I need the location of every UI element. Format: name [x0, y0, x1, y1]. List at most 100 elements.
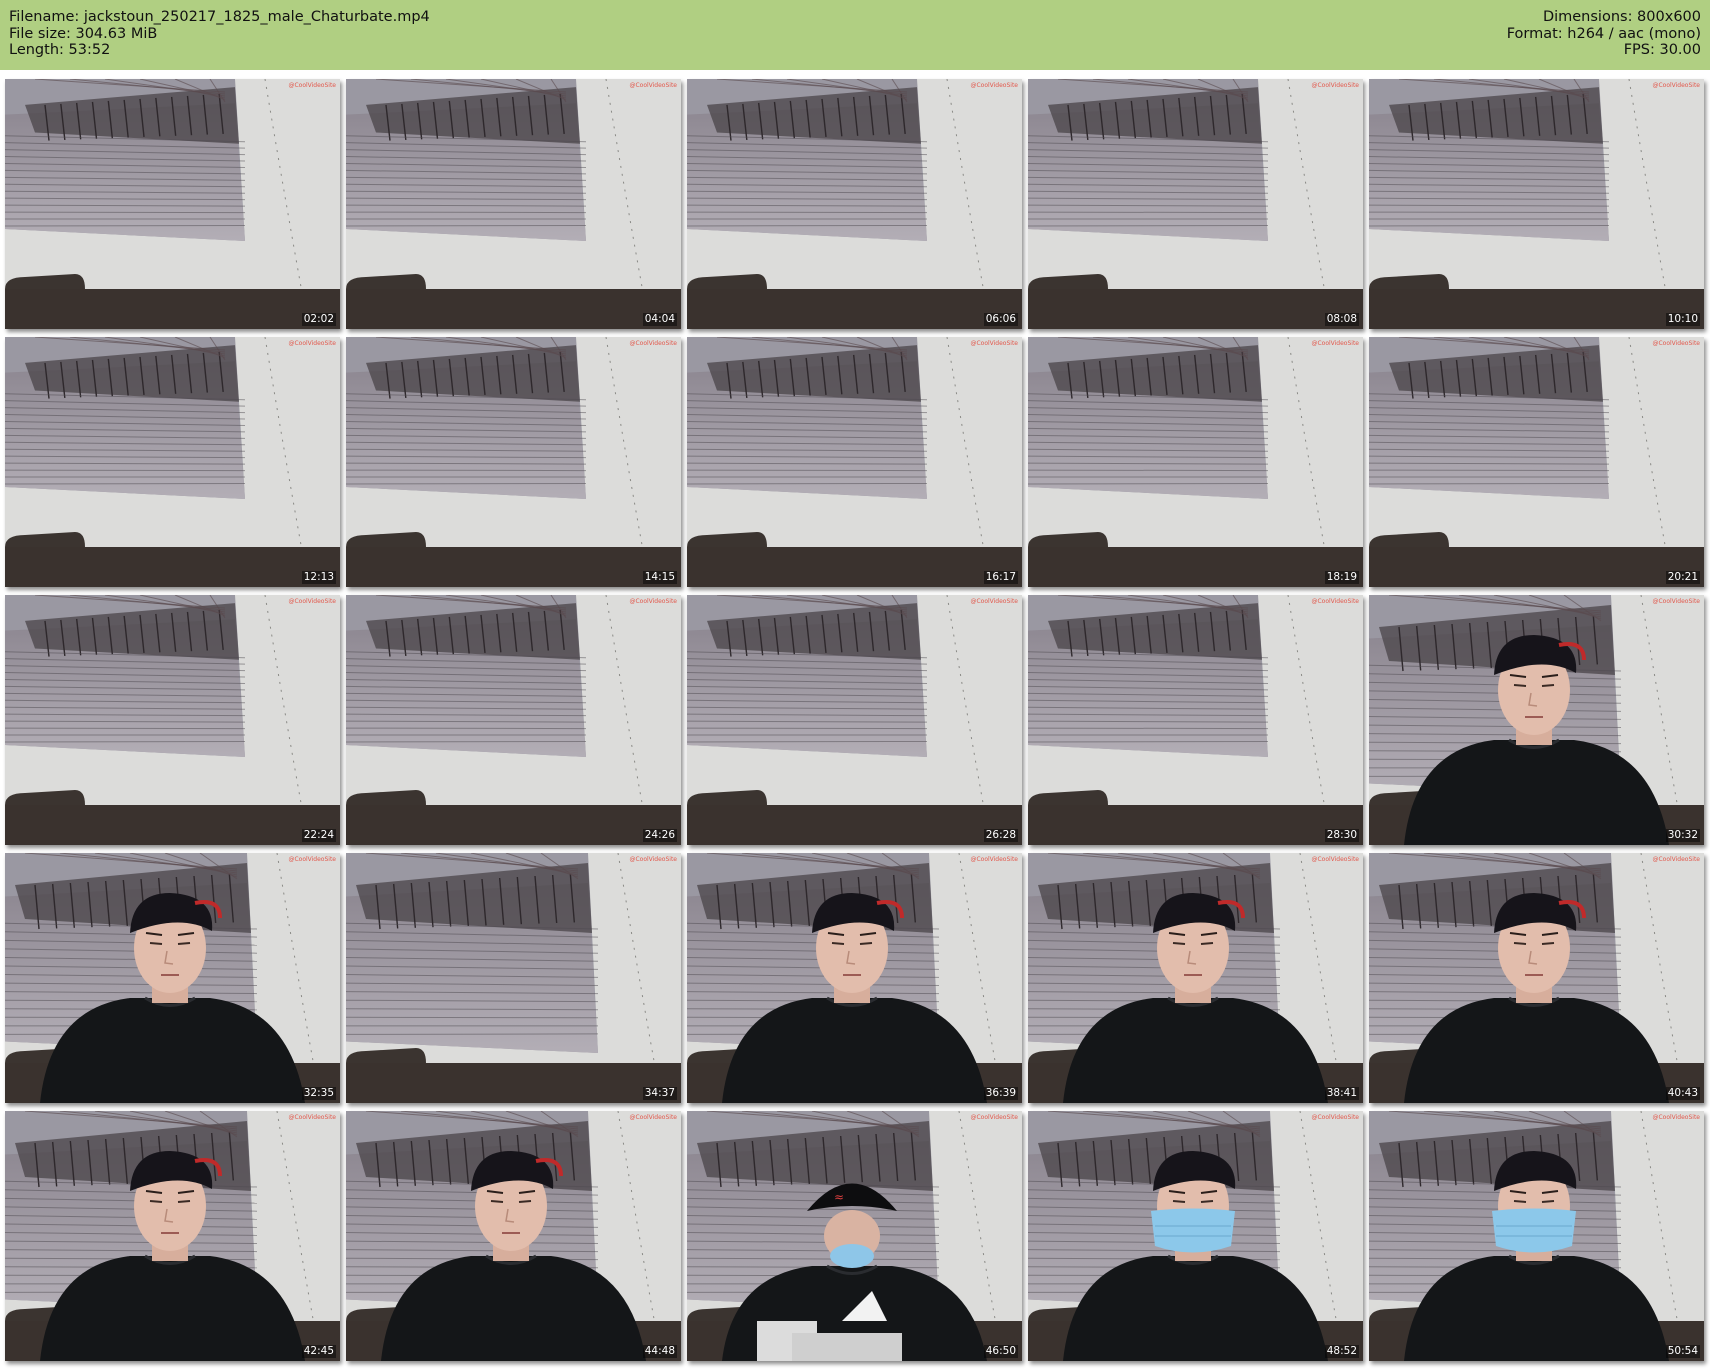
timestamp-label: 18:19: [1324, 571, 1359, 584]
watermark-text: @CoolVideoSite: [1311, 1114, 1359, 1121]
video-thumbnail[interactable]: @CoolVideoSite 36:39: [687, 853, 1022, 1103]
timestamp-label: 22:24: [301, 829, 336, 842]
watermark-text: @CoolVideoSite: [288, 856, 336, 863]
watermark-text: @CoolVideoSite: [970, 856, 1018, 863]
thumbnail-frame: [1028, 595, 1363, 845]
thumbnail-frame: [687, 853, 1022, 1103]
dimensions-line: Dimensions: 800x600: [1542, 9, 1701, 25]
thumbnail-frame: [346, 853, 681, 1103]
video-thumbnail[interactable]: @CoolVideoSite 14:15: [346, 337, 681, 587]
watermark-text: @CoolVideoSite: [1652, 340, 1700, 347]
timestamp-label: 06:06: [983, 313, 1018, 326]
video-thumbnail[interactable]: @CoolVideoSite 32:35: [5, 853, 340, 1103]
timestamp-label: 16:17: [983, 571, 1018, 584]
timestamp-label: 42:45: [301, 1345, 336, 1358]
thumbnail-frame: [1028, 853, 1363, 1103]
timestamp-label: 36:39: [983, 1087, 1018, 1100]
video-thumbnail[interactable]: @CoolVideoSite 08:08: [1028, 79, 1363, 329]
watermark-text: @CoolVideoSite: [970, 82, 1018, 89]
video-thumbnail[interactable]: ≈ @CoolVideoSite 46:50: [687, 1111, 1022, 1361]
video-thumbnail[interactable]: @CoolVideoSite 42:45: [5, 1111, 340, 1361]
video-thumbnail[interactable]: @CoolVideoSite 22:24: [5, 595, 340, 845]
format-line: Format: h264 / aac (mono): [1506, 25, 1701, 42]
video-thumbnail[interactable]: @CoolVideoSite 12:13: [5, 337, 340, 587]
video-thumbnail[interactable]: @CoolVideoSite 40:43: [1369, 853, 1704, 1103]
filesize-line: File size: 304.63 MiB: [9, 25, 158, 42]
watermark-text: @CoolVideoSite: [970, 598, 1018, 605]
length-line: Length: 53:52: [9, 42, 111, 58]
watermark-text: @CoolVideoSite: [1652, 856, 1700, 863]
timestamp-label: 20:21: [1665, 571, 1700, 584]
watermark-text: @CoolVideoSite: [1652, 82, 1700, 89]
thumbnail-frame: [346, 79, 681, 329]
thumbnail-frame: ≈: [687, 1111, 1022, 1361]
thumbnail-frame: [5, 1111, 340, 1361]
timestamp-label: 28:30: [1324, 829, 1359, 842]
video-thumbnail[interactable]: @CoolVideoSite 04:04: [346, 79, 681, 329]
thumbnail-frame: [1369, 853, 1704, 1103]
video-thumbnail[interactable]: @CoolVideoSite 26:28: [687, 595, 1022, 845]
watermark-text: @CoolVideoSite: [629, 340, 677, 347]
video-thumbnail[interactable]: @CoolVideoSite 44:48: [346, 1111, 681, 1361]
watermark-text: @CoolVideoSite: [970, 340, 1018, 347]
video-thumbnail[interactable]: @CoolVideoSite 20:21: [1369, 337, 1704, 587]
thumbnail-grid: @CoolVideoSite 02:02 @CoolVideoSite 04:04 …: [0, 79, 1710, 1364]
watermark-text: @CoolVideoSite: [1311, 82, 1359, 89]
video-thumbnail[interactable]: @CoolVideoSite 10:10: [1369, 79, 1704, 329]
timestamp-label: 46:50: [983, 1345, 1018, 1358]
timestamp-label: 34:37: [642, 1087, 677, 1100]
video-thumbnail[interactable]: @CoolVideoSite 34:37: [346, 853, 681, 1103]
watermark-text: @CoolVideoSite: [629, 1114, 677, 1121]
video-thumbnail[interactable]: @CoolVideoSite 30:32: [1369, 595, 1704, 845]
timestamp-label: 50:54: [1665, 1345, 1700, 1358]
watermark-text: @CoolVideoSite: [1652, 1114, 1700, 1121]
video-thumbnail[interactable]: @CoolVideoSite 50:54: [1369, 1111, 1704, 1361]
thumbnail-frame: [5, 853, 340, 1103]
watermark-text: @CoolVideoSite: [1311, 340, 1359, 347]
timestamp-label: 24:26: [642, 829, 677, 842]
watermark-text: @CoolVideoSite: [629, 598, 677, 605]
thumbnail-frame: [346, 595, 681, 845]
watermark-text: @CoolVideoSite: [288, 340, 336, 347]
timestamp-label: 40:43: [1665, 1087, 1700, 1100]
timestamp-label: 26:28: [983, 829, 1018, 842]
video-thumbnail[interactable]: @CoolVideoSite 48:52: [1028, 1111, 1363, 1361]
filename-line: Filename: jackstoun_250217_1825_male_Cha…: [9, 9, 430, 25]
thumbnail-frame: [1369, 337, 1704, 587]
thumbnail-frame: [5, 79, 340, 329]
thumbnail-frame: [1028, 79, 1363, 329]
video-thumbnail[interactable]: @CoolVideoSite 16:17: [687, 337, 1022, 587]
video-thumbnail[interactable]: @CoolVideoSite 38:41: [1028, 853, 1363, 1103]
video-thumbnail[interactable]: @CoolVideoSite 06:06: [687, 79, 1022, 329]
watermark-text: @CoolVideoSite: [970, 1114, 1018, 1121]
timestamp-label: 32:35: [301, 1087, 336, 1100]
thumbnail-frame: [687, 337, 1022, 587]
video-thumbnail[interactable]: @CoolVideoSite 24:26: [346, 595, 681, 845]
thumbnail-frame: [1369, 79, 1704, 329]
thumbnail-frame: [687, 79, 1022, 329]
thumbnail-frame: [1028, 337, 1363, 587]
thumbnail-frame: [5, 595, 340, 845]
video-thumbnail[interactable]: @CoolVideoSite 02:02: [5, 79, 340, 329]
timestamp-label: 14:15: [642, 571, 677, 584]
timestamp-label: 02:02: [301, 313, 336, 326]
thumbnail-frame: [1369, 595, 1704, 845]
video-thumbnail[interactable]: @CoolVideoSite 18:19: [1028, 337, 1363, 587]
watermark-text: @CoolVideoSite: [629, 856, 677, 863]
header-left: Filename: jackstoun_250217_1825_male_Cha…: [9, 9, 430, 59]
header-right: Dimensions: 800x600 Format: h264 / aac (…: [1507, 9, 1701, 59]
watermark-text: @CoolVideoSite: [288, 1114, 336, 1121]
watermark-text: @CoolVideoSite: [288, 82, 336, 89]
timestamp-label: 08:08: [1324, 313, 1359, 326]
thumbnail-frame: [346, 1111, 681, 1361]
thumbnail-frame: [1028, 1111, 1363, 1361]
timestamp-label: 38:41: [1324, 1087, 1359, 1100]
svg-text:≈: ≈: [834, 1190, 844, 1204]
watermark-text: @CoolVideoSite: [288, 598, 336, 605]
watermark-text: @CoolVideoSite: [1652, 598, 1700, 605]
timestamp-label: 10:10: [1665, 313, 1700, 326]
thumbnail-frame: [5, 337, 340, 587]
fps-line: FPS: 30.00: [1623, 42, 1701, 58]
timestamp-label: 04:04: [642, 313, 677, 326]
video-thumbnail[interactable]: @CoolVideoSite 28:30: [1028, 595, 1363, 845]
